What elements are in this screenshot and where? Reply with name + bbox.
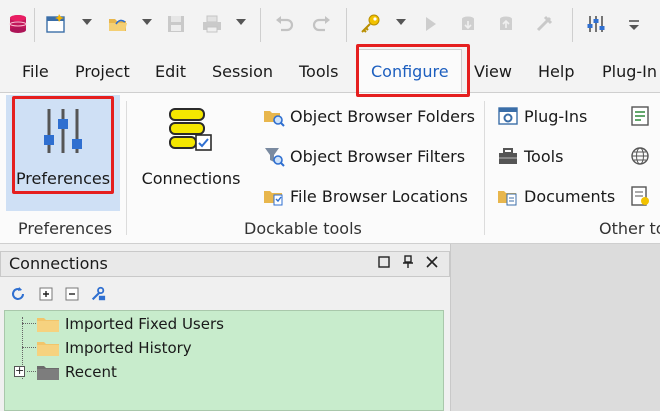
preferences-button[interactable]: Preferences [6, 95, 120, 211]
tab-project[interactable]: Project [75, 50, 130, 92]
quick-access-toolbar [0, 0, 660, 50]
tools-label: Tools [524, 146, 564, 166]
tab-session[interactable]: Session [212, 50, 273, 92]
tree-line [22, 347, 36, 348]
ribbon: Preferences Preferences Connections Obje… [0, 92, 660, 244]
key-dropdown-arrow[interactable] [396, 19, 406, 25]
documents-label: Documents [524, 186, 616, 206]
save-icon[interactable] [164, 12, 188, 36]
tree-line [27, 371, 36, 372]
tab-file[interactable]: File [22, 50, 49, 92]
connections-tree: Imported Fixed Users Imported History + … [4, 310, 444, 411]
tree-item-label: Imported Fixed Users [65, 315, 224, 333]
tree-item-label: Imported History [65, 339, 192, 357]
documents-button[interactable]: Documents [496, 183, 615, 209]
collapse-all-icon[interactable] [64, 286, 80, 302]
expand-toggle[interactable]: + [14, 365, 25, 377]
documents-icon [496, 184, 520, 208]
tab-view[interactable]: View [474, 50, 512, 92]
disconnect-icon[interactable] [532, 12, 556, 36]
connection-settings-icon[interactable] [90, 286, 106, 302]
refresh-icon[interactable] [10, 286, 26, 302]
tree-line [22, 323, 36, 324]
plugins-button[interactable]: Plug-Ins [496, 103, 587, 129]
object-browser-filters-button[interactable]: Object Browser Filters [262, 143, 465, 169]
undo-icon[interactable] [272, 12, 296, 36]
connections-panel-header: Connections [0, 251, 450, 277]
other-tool-1-button[interactable] [628, 103, 656, 129]
plugin-gear-icon [496, 104, 520, 128]
connections-panel-toolbar [0, 278, 450, 310]
object-browser-folders-label: Object Browser Folders [290, 106, 475, 126]
database-icon[interactable] [6, 12, 30, 36]
file-browser-locations-button[interactable]: File Browser Locations [262, 183, 468, 209]
maximize-icon[interactable] [375, 255, 393, 273]
new-window-icon[interactable] [44, 12, 68, 36]
tree-item-imported-fixed-users[interactable]: Imported Fixed Users [37, 313, 224, 335]
tree-item-recent[interactable]: Recent [37, 361, 117, 383]
open-dropdown-arrow[interactable] [142, 19, 152, 25]
preferences-button-label: Preferences [15, 169, 111, 188]
customize-toolbar-icon[interactable] [622, 12, 646, 36]
object-browser-filters-label: Object Browser Filters [290, 146, 466, 166]
connections-button-label: Connections [141, 169, 241, 188]
main-work-area [450, 244, 660, 411]
open-folder-icon[interactable] [106, 12, 130, 36]
rollback-icon[interactable] [494, 12, 518, 36]
preferences-group-label: Preferences [18, 219, 113, 238]
pin-icon[interactable] [399, 255, 417, 273]
tab-tools[interactable]: Tools [299, 50, 338, 92]
group-separator [484, 101, 485, 235]
print-dropdown-arrow[interactable] [236, 19, 246, 25]
tree-item-label: Recent [65, 363, 117, 381]
tab-help[interactable]: Help [538, 50, 574, 92]
toolbar-separator [34, 8, 35, 42]
toolbar-separator [346, 8, 347, 42]
file-browser-locations-label: File Browser Locations [290, 186, 468, 206]
plugins-label: Plug-Ins [524, 106, 588, 126]
filter-icon [262, 144, 286, 168]
other-tool-3-button[interactable] [628, 183, 656, 209]
folder-search-icon [262, 104, 286, 128]
folder-icon [37, 364, 59, 380]
preferences-icon [43, 107, 83, 159]
other-group-label: Other to [599, 219, 660, 238]
tools-button[interactable]: Tools [496, 143, 563, 169]
toolbar-separator [572, 8, 573, 42]
menu-tabs: File Project Edit Session Tools Configur… [0, 49, 660, 93]
file-folder-icon [262, 184, 286, 208]
execute-icon[interactable] [418, 12, 442, 36]
print-icon[interactable] [200, 12, 224, 36]
close-icon[interactable] [423, 255, 441, 273]
object-browser-folders-button[interactable]: Object Browser Folders [262, 103, 475, 129]
folder-icon [37, 340, 59, 356]
expand-all-icon[interactable] [38, 286, 54, 302]
redo-icon[interactable] [310, 12, 334, 36]
preferences-small-icon[interactable] [584, 12, 608, 36]
globe-icon [628, 144, 652, 168]
commit-icon[interactable] [456, 12, 480, 36]
tree-item-imported-history[interactable]: Imported History [37, 337, 192, 359]
new-dropdown-arrow[interactable] [82, 19, 92, 25]
tab-plugins[interactable]: Plug-In [602, 50, 657, 92]
connections-panel-title: Connections [9, 254, 108, 273]
connections-button[interactable]: Connections [136, 95, 246, 215]
toolbar-separator [260, 8, 261, 42]
key-icon[interactable] [358, 12, 382, 36]
tab-configure[interactable]: Configure [358, 49, 462, 93]
other-tool-2-button[interactable] [628, 143, 656, 169]
dockable-group-label: Dockable tools [244, 219, 362, 238]
form-icon [628, 104, 652, 128]
tab-edit[interactable]: Edit [155, 50, 186, 92]
report-icon [628, 184, 652, 208]
group-separator [126, 101, 127, 235]
toolbox-icon [496, 144, 520, 168]
folder-icon [37, 316, 59, 332]
connections-icon [168, 107, 214, 157]
